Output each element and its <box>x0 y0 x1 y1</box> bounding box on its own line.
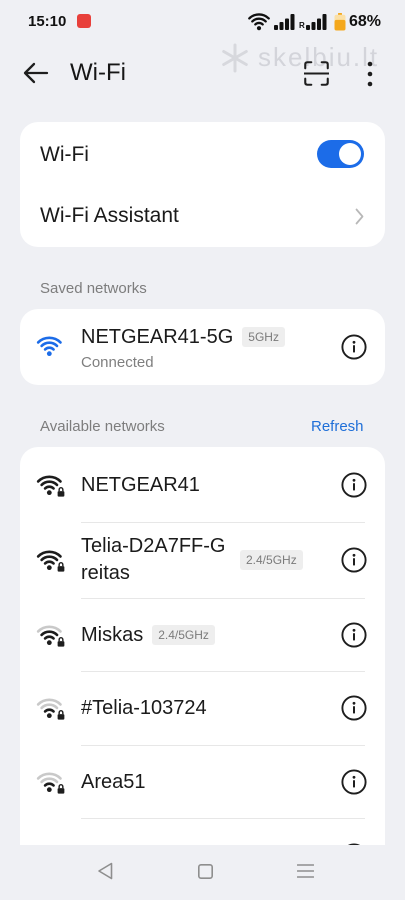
saved-network-title: NETGEAR41-5G 5GHz <box>81 324 285 350</box>
wifi-settings-card: Wi-Fi Wi-Fi Assistant <box>20 122 385 247</box>
page-title: Wi-Fi <box>70 59 126 86</box>
network-name: NETGEAR41-5G <box>81 326 234 348</box>
band-badge: 2.4/5GHz <box>152 624 215 645</box>
more-vertical-icon[interactable] <box>364 59 376 89</box>
network-row-netgear41[interactable]: NETGEAR41 <box>20 447 385 522</box>
chevron-right-icon[interactable] <box>355 208 364 225</box>
network-title: NETGEAR41 <box>81 472 200 498</box>
network-row-area51[interactable]: Area51 <box>20 745 385 818</box>
network-name: NETGEAR41 <box>81 473 200 496</box>
connection-status: Connected <box>81 354 154 371</box>
network-title: Telia-D2A7FF-Greitas 2.4/5GHz <box>81 533 303 587</box>
saved-network-row[interactable]: NETGEAR41-5G 5GHz Connected <box>20 309 385 385</box>
band-badge: 5GHz <box>242 327 285 347</box>
wifi-locked-icon <box>36 698 65 720</box>
scan-qr-icon[interactable] <box>304 61 329 86</box>
battery-fill <box>334 19 346 31</box>
band-badge: 2.4/5GHz <box>240 550 303 570</box>
signal-roaming-icon <box>306 14 327 30</box>
network-name: Miskas <box>81 623 144 646</box>
network-name: Telia-D2A7FF-Greitas <box>81 535 226 584</box>
nav-recents-icon[interactable] <box>297 864 314 878</box>
battery-icon <box>334 13 346 31</box>
info-icon[interactable] <box>341 547 367 573</box>
battery-percentage: 68% <box>349 13 382 30</box>
signal-icon <box>274 14 295 30</box>
wifi-assistant-item[interactable]: Wi-Fi Assistant <box>40 202 179 230</box>
refresh-button[interactable]: Refresh <box>311 418 364 436</box>
notification-app-icon <box>77 14 91 28</box>
system-nav-bar <box>0 845 405 900</box>
wifi-locked-icon <box>36 772 65 794</box>
info-icon[interactable] <box>341 695 367 721</box>
watermark-logo-icon <box>222 43 248 73</box>
available-networks-heading: Available networks <box>40 418 165 435</box>
network-title: Area51 <box>81 769 146 795</box>
info-icon[interactable] <box>341 471 367 498</box>
saved-networks-heading: Saved networks <box>40 280 147 297</box>
network-row-telia-d2a7ff[interactable]: Telia-D2A7FF-Greitas 2.4/5GHz <box>20 522 385 598</box>
nav-back-icon[interactable] <box>97 862 113 880</box>
wifi-label: Wi-Fi <box>40 143 89 166</box>
network-title: #Telia-103724 <box>81 695 207 721</box>
wifi-locked-icon <box>36 625 65 647</box>
network-row-telia-103724[interactable]: #Telia-103724 <box>20 671 385 745</box>
toggle-knob <box>339 143 361 165</box>
network-title: Miskas 2.4/5GHz <box>81 622 215 648</box>
network-name: Area51 <box>81 770 146 793</box>
network-row-partial[interactable] <box>20 818 385 845</box>
available-networks-list: NETGEAR41 Telia-D2A7FF-Greitas 2.4/5GHz <box>20 447 385 845</box>
network-name: #Telia-103724 <box>81 697 207 719</box>
info-icon[interactable] <box>341 768 367 795</box>
roaming-indicator: R <box>299 21 305 30</box>
info-icon[interactable] <box>341 621 367 648</box>
wifi-locked-icon <box>36 550 65 572</box>
network-row-miskas[interactable]: Miskas 2.4/5GHz <box>20 598 385 671</box>
wifi-connected-icon <box>36 336 62 357</box>
wifi-locked-icon <box>36 475 65 497</box>
wifi-toggle[interactable] <box>317 140 364 168</box>
back-arrow-icon[interactable] <box>22 62 49 84</box>
nav-home-icon[interactable] <box>198 864 213 879</box>
info-icon[interactable] <box>341 334 367 360</box>
wifi-status-icon <box>248 13 270 31</box>
status-time: 15:10 <box>28 13 67 30</box>
